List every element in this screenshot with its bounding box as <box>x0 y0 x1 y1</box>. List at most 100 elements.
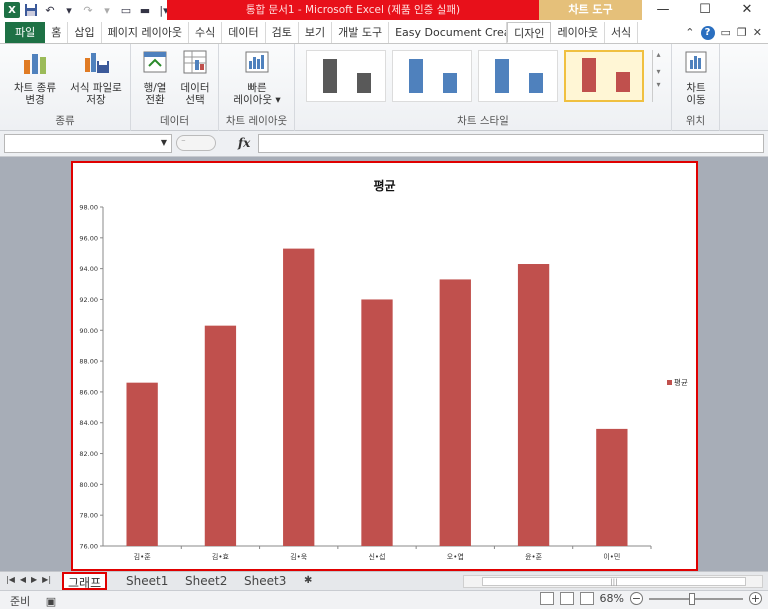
chart-style-2[interactable] <box>392 50 472 102</box>
dropdown-arrow-icon[interactable]: ▾ <box>99 2 115 18</box>
chart-bar[interactable] <box>204 325 237 546</box>
tab-insert[interactable]: 삽입 <box>68 22 102 43</box>
page-layout-view-button[interactable] <box>559 592 574 605</box>
minimize-button[interactable]: — <box>642 0 684 20</box>
chart-tools-label: 차트 도구 <box>539 0 642 20</box>
scroll-thumb[interactable]: ||| <box>482 577 746 586</box>
save-as-template-button[interactable]: 서식 파일로 저장 <box>64 48 128 106</box>
name-box-dropdown-icon[interactable]: ▼ <box>161 138 167 147</box>
status-right-controls: 68% − + <box>539 592 762 605</box>
tab-design[interactable]: 디자인 <box>507 22 552 43</box>
tab-review[interactable]: 검토 <box>266 22 299 43</box>
gallery-down-icon[interactable]: ▾ <box>653 67 664 76</box>
chart-bar[interactable] <box>283 248 315 546</box>
chart-bar[interactable] <box>517 264 550 546</box>
tab-home[interactable]: 홈 <box>45 22 69 43</box>
change-chart-type-button[interactable]: 차트 종류 변경 <box>6 48 64 106</box>
prev-sheet-icon[interactable]: ◀ <box>20 575 26 584</box>
chart-styles-gallery <box>300 50 666 106</box>
y-tick-label: 82.00 <box>79 450 98 458</box>
chart-title[interactable]: 평균 <box>73 177 696 194</box>
help-icon[interactable]: ? <box>700 25 715 40</box>
insert-function-icon[interactable]: fx <box>238 136 250 150</box>
y-tick-label: 94.00 <box>79 265 98 273</box>
maximize-button[interactable]: ☐ <box>684 0 726 20</box>
chart-style-1[interactable] <box>306 50 386 102</box>
tab-format[interactable]: 서식 <box>605 22 639 43</box>
y-tick-label: 84.00 <box>79 419 98 427</box>
y-tick-label: 78.00 <box>79 512 98 520</box>
select-data-button[interactable]: 데이터 선택 <box>175 48 215 106</box>
chart-bar[interactable] <box>596 428 628 546</box>
chart-bar[interactable] <box>126 382 158 546</box>
save-template-icon <box>85 53 109 73</box>
x-tick-label: 윤•훈 <box>525 552 543 561</box>
tab-page-layout[interactable]: 페이지 레이아웃 <box>102 22 189 43</box>
sheet-tab-sheet2[interactable]: Sheet2 <box>181 572 231 590</box>
minimize-ribbon-icon[interactable]: ⌃ <box>685 26 694 39</box>
tab-data[interactable]: 데이터 <box>222 22 266 43</box>
tab-formulas[interactable]: 수식 <box>189 22 223 43</box>
chart-bar[interactable] <box>361 299 393 546</box>
tab-developer[interactable]: 개발 도구 <box>332 22 390 43</box>
tab-view[interactable]: 보기 <box>299 22 333 43</box>
zoom-in-button[interactable]: + <box>749 592 762 605</box>
sheet-tabs-bar: |◀ ◀ ▶ ▶| 그래프 Sheet1 Sheet2 Sheet3 ✱ ||| <box>0 571 768 590</box>
zoom-level[interactable]: 68% <box>600 592 624 605</box>
quick-layout-button[interactable]: 빠른 레이아웃 ▾ <box>225 48 289 106</box>
chart-type-icon <box>24 54 46 74</box>
formula-input[interactable] <box>258 134 764 153</box>
excel-logo-icon[interactable]: X <box>4 2 20 18</box>
normal-view-button[interactable] <box>539 592 554 605</box>
zoom-slider-knob[interactable] <box>689 592 695 605</box>
chart-style-selected[interactable] <box>564 50 644 102</box>
move-chart-button[interactable]: 차트 이동 <box>678 48 714 106</box>
group-label-chart-styles: 차트 스타일 <box>457 115 509 127</box>
sheet-tab-sheet1[interactable]: Sheet1 <box>122 572 172 590</box>
undo-icon[interactable]: ↶ <box>42 2 58 18</box>
chart-bar[interactable] <box>439 279 471 546</box>
group-type: 차트 종류 변경 서식 파일로 저장 종류 <box>0 44 131 131</box>
tab-file[interactable]: 파일 <box>5 22 46 43</box>
insert-sheet-icon[interactable]: ✱ <box>300 572 316 590</box>
y-tick-label: 92.00 <box>79 296 98 304</box>
gallery-up-icon[interactable]: ▴ <box>653 50 664 59</box>
page-break-view-button[interactable] <box>579 592 594 605</box>
switch-row-column-button[interactable]: 행/열 전환 <box>135 48 175 106</box>
new-document-icon[interactable]: ▭ <box>118 2 134 18</box>
tab-easy-document-creator[interactable]: Easy Document Creato <box>389 22 508 43</box>
dropdown-arrow-icon[interactable]: ▾ <box>61 2 77 18</box>
save-icon[interactable] <box>23 2 39 18</box>
tab-layout[interactable]: 레이아웃 <box>551 22 605 43</box>
quick-access-toolbar: X ↶ ▾ ↷ ▾ ▭ ▬ |▾ <box>4 2 172 18</box>
gallery-more-icon[interactable]: ▾ <box>653 80 664 89</box>
first-sheet-icon[interactable]: |◀ <box>6 575 15 584</box>
x-tick-label: 김•훈 <box>134 552 152 561</box>
x-tick-label: 김•욱 <box>290 553 308 561</box>
redo-icon[interactable]: ↷ <box>80 2 96 18</box>
chart-area[interactable]: 76.00 78.00 80.00 82.00 84.00 86.00 88.00 90.00… <box>71 161 698 571</box>
next-sheet-icon[interactable]: ▶ <box>31 575 37 584</box>
chart-legend[interactable]: 평균 <box>667 377 688 388</box>
print-preview-icon[interactable]: ▬ <box>137 2 153 18</box>
gallery-scroll[interactable]: ▴ ▾ ▾ <box>652 50 664 102</box>
horizontal-scrollbar[interactable]: ||| <box>463 575 763 588</box>
name-box[interactable]: ▼ <box>4 134 172 153</box>
restore-down-icon[interactable]: ❐ <box>737 26 747 39</box>
last-sheet-icon[interactable]: ▶| <box>42 575 51 584</box>
chart-style-3[interactable] <box>478 50 558 102</box>
restore-window-icon[interactable]: ▭ <box>721 26 731 39</box>
sheet-tab-graph[interactable]: 그래프 <box>62 572 108 590</box>
x-tick-label: 김•효 <box>212 553 230 561</box>
close-button[interactable]: ✕ <box>726 0 768 20</box>
group-label-location: 위치 <box>685 115 706 127</box>
group-label-type: 종류 <box>55 115 75 127</box>
chart-sheet-area: 76.00 78.00 80.00 82.00 84.00 86.00 88.00 90.00… <box>0 157 768 571</box>
zoom-out-button[interactable]: − <box>630 592 643 605</box>
macro-record-icon[interactable]: ▣ <box>46 595 56 608</box>
close-workbook-icon[interactable]: ✕ <box>753 26 762 39</box>
sheet-tab-sheet3[interactable]: Sheet3 <box>240 572 290 590</box>
zoom-slider[interactable] <box>649 592 743 605</box>
window-controls: — ☐ ✕ <box>642 0 768 20</box>
move-chart-icon <box>685 51 707 73</box>
